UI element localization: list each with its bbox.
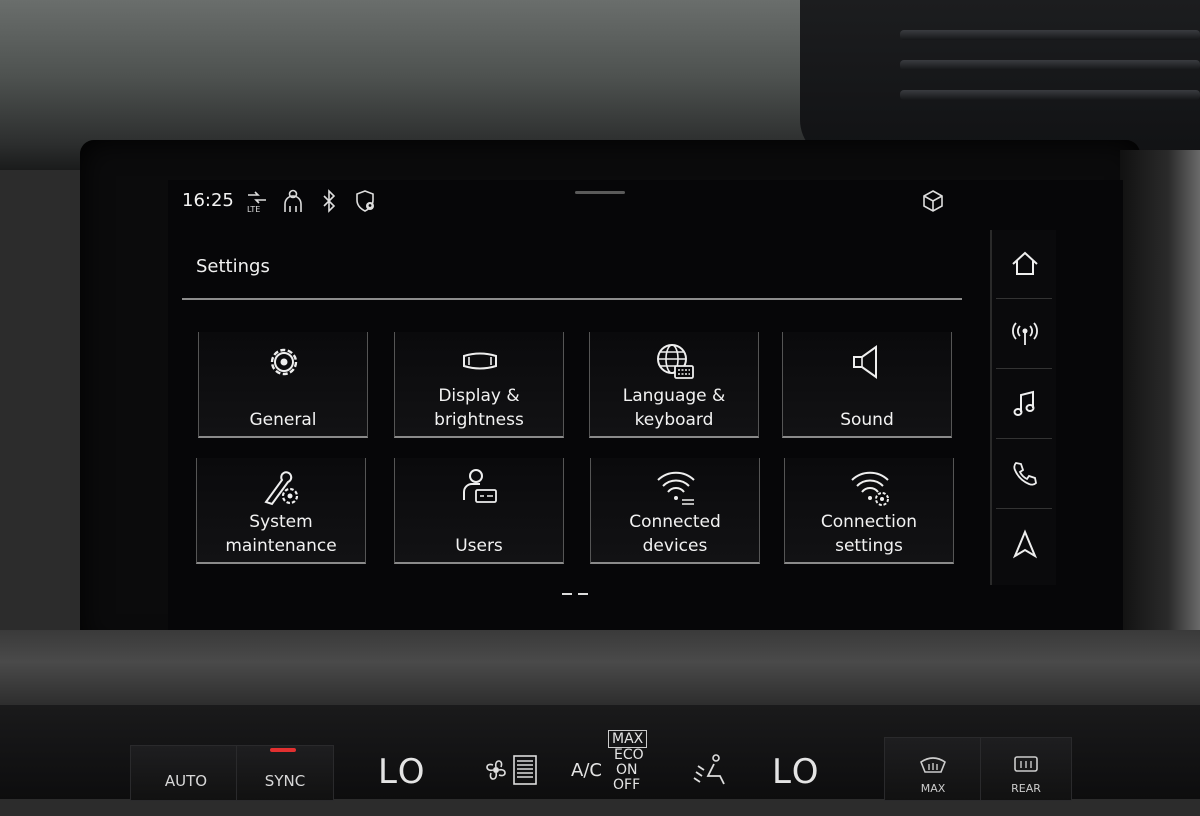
fan-speed-icon[interactable]: [482, 752, 542, 792]
rear-defrost-label: REAR: [1011, 782, 1041, 795]
ac-on-label: ON: [616, 762, 638, 778]
tile-label: Display & brightness: [434, 386, 524, 430]
wrench-gear-icon: [260, 466, 304, 510]
seat-airflow-icon[interactable]: [690, 752, 730, 794]
home-icon: [1012, 251, 1038, 275]
tile-label: Connection settings: [820, 512, 918, 556]
rear-defrost-button[interactable]: REAR: [980, 737, 1072, 801]
bezel-edge: [1120, 150, 1200, 650]
ac-eco-label: ECO: [614, 747, 644, 763]
radio-icon: [1012, 322, 1038, 345]
bluetooth-icon: [316, 188, 342, 214]
location-shield-icon: [352, 188, 378, 214]
tile-connected-devices[interactable]: Connected devices: [590, 458, 760, 564]
tile-system-maintenance[interactable]: System maintenance: [196, 458, 366, 564]
gear-icon: [262, 340, 306, 384]
wifi-gear-icon: [848, 466, 892, 510]
max-defrost-button[interactable]: MAX: [884, 737, 982, 801]
rear-window-defrost-icon: [1014, 756, 1038, 772]
windshield-defrost-icon: [920, 757, 946, 773]
page-indicator[interactable]: [578, 593, 588, 595]
clock: 16:25: [182, 190, 234, 211]
sync-indicator-led: [270, 748, 296, 752]
user-card-icon: [458, 466, 502, 510]
page-indicator-active: [562, 593, 572, 595]
music-icon: [1013, 390, 1035, 416]
dashboard-trim: [0, 630, 1200, 710]
vent-slat: [900, 60, 1200, 70]
navigation-button[interactable]: [996, 512, 1052, 578]
page-header: Settings: [182, 248, 962, 300]
media-button[interactable]: [996, 372, 1052, 439]
air-vent: [800, 0, 1200, 160]
tile-language-keyboard[interactable]: Language & keyboard: [589, 332, 759, 438]
max-defrost-label: MAX: [920, 782, 946, 795]
tile-sound[interactable]: Sound: [782, 332, 952, 438]
auto-button[interactable]: AUTO: [130, 745, 242, 801]
ac-max-label: MAX: [608, 730, 648, 748]
page-title: Settings: [196, 256, 270, 277]
infotainment-screen: 16:25 LTE Settings General Display & bri…: [168, 180, 1123, 630]
drawer-handle[interactable]: [575, 191, 625, 194]
tile-display-brightness[interactable]: Display & brightness: [394, 332, 564, 438]
navigation-icon: [1012, 529, 1038, 559]
sync-button[interactable]: SYNC: [236, 745, 334, 801]
tile-label: Language & keyboard: [622, 386, 726, 430]
radio-button[interactable]: [996, 302, 1052, 369]
tile-label: Sound: [840, 410, 894, 430]
quick-nav-rail: [990, 230, 1056, 585]
status-bar: 16:25 LTE: [168, 180, 1123, 222]
user-tracking-icon: [280, 188, 306, 214]
ac-button[interactable]: A/C: [571, 760, 602, 781]
phone-button[interactable]: [996, 442, 1052, 509]
tile-label: Users: [455, 536, 503, 556]
tile-label: Connected devices: [629, 512, 721, 556]
tile-label: General: [249, 410, 317, 430]
home-button[interactable]: [996, 232, 1052, 299]
vent-slat: [900, 90, 1200, 100]
tile-label: System maintenance: [225, 512, 337, 556]
tile-users[interactable]: Users: [394, 458, 564, 564]
vent-slat: [900, 30, 1200, 40]
globe-keyboard-icon: [653, 340, 697, 384]
tile-connection-settings[interactable]: Connection settings: [784, 458, 954, 564]
display-icon: [458, 340, 502, 384]
phone-icon: [1013, 462, 1037, 486]
ac-off-label: OFF: [613, 777, 641, 793]
svg-text:LTE: LTE: [247, 205, 260, 214]
lte-icon: LTE: [244, 188, 270, 214]
temp-right-display[interactable]: LO: [772, 752, 821, 792]
tile-general[interactable]: General: [198, 332, 368, 438]
speaker-icon: [846, 340, 890, 384]
package-icon[interactable]: [920, 188, 946, 214]
temp-left-display[interactable]: LO: [378, 752, 427, 792]
wifi-devices-icon: [654, 466, 698, 510]
